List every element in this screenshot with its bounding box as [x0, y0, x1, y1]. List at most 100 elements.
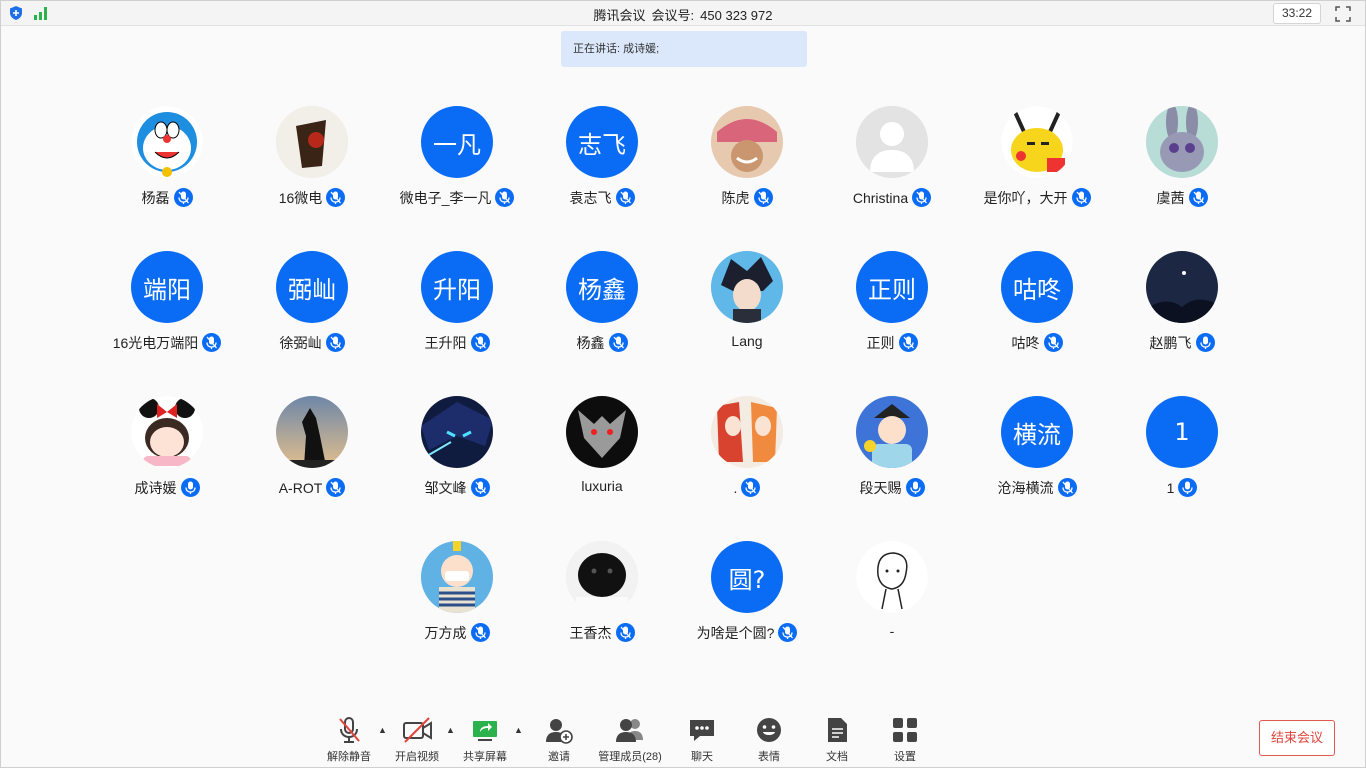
participant-name-text: 万方成	[424, 625, 467, 641]
mic-muted-icon	[608, 333, 628, 352]
avatar	[1146, 106, 1218, 178]
mic-icon	[180, 478, 200, 497]
participant-name-text: 16微电	[278, 190, 323, 206]
participant-name: 杨鑫	[530, 333, 674, 353]
participant-name-text: 为啥是个圆?	[696, 625, 775, 641]
participant-name-text: 徐弼屾	[279, 335, 322, 351]
participant-tile[interactable]: -	[820, 541, 964, 661]
participant-tile[interactable]: 端阳 16光电万端阳	[95, 251, 239, 371]
emoji-icon	[754, 715, 784, 745]
participant-tile[interactable]: 王香杰	[530, 541, 674, 661]
participant-name-text: 1	[1166, 480, 1175, 496]
participant-name: Christina	[820, 188, 964, 207]
participant-name-text: 袁志飞	[569, 190, 612, 206]
members-icon	[615, 715, 645, 745]
participant-tile[interactable]: Christina	[820, 106, 964, 226]
manage-members-button[interactable]: 管理成员(28)	[595, 707, 665, 767]
participant-tile[interactable]: 杨鑫 杨鑫	[530, 251, 674, 371]
settings-grid-icon	[890, 715, 920, 745]
participant-name: 万方成	[385, 623, 529, 643]
participant-tile[interactable]: luxuria	[530, 396, 674, 516]
participant-name: 沧海横流	[965, 478, 1109, 498]
avatar: 升阳	[421, 251, 493, 323]
mic-muted-icon	[615, 188, 635, 207]
participant-tile[interactable]: 万方成	[385, 541, 529, 661]
participant-name: 王升阳	[385, 333, 529, 353]
mic-muted-icon	[1071, 188, 1091, 207]
participant-tile[interactable]: 虞茜	[1110, 106, 1254, 226]
participant-tile[interactable]: 陈虎	[675, 106, 819, 226]
document-icon	[822, 715, 852, 745]
share-caret-icon[interactable]: ▲	[514, 725, 524, 735]
participant-tile[interactable]: 一凡 微电子_李一凡	[385, 106, 529, 226]
mic-muted-icon	[495, 188, 515, 207]
participant-tile[interactable]: 杨磊	[95, 106, 239, 226]
participant-tile[interactable]: 升阳 王升阳	[385, 251, 529, 371]
share-screen-button[interactable]: 共享屏幕	[450, 707, 520, 767]
participant-name: -	[820, 623, 964, 639]
participant-tile[interactable]: 志飞 袁志飞	[530, 106, 674, 226]
participant-tile[interactable]: 是你吖，大开	[965, 106, 1109, 226]
mic-muted-icon	[1057, 478, 1077, 497]
participant-tile[interactable]: 11	[1110, 396, 1254, 516]
participant-name-text: 陈虎	[721, 190, 750, 206]
participant-tile[interactable]: 弼屾 徐弼屾	[240, 251, 384, 371]
avatar	[276, 106, 348, 178]
participant-name-text: 16光电万端阳	[112, 335, 199, 351]
participant-name-text: 虞茜	[1156, 190, 1185, 206]
participant-name: 16微电	[240, 188, 384, 208]
avatar	[276, 396, 348, 468]
participant-tile[interactable]: 圆? 为啥是个圆?	[675, 541, 819, 661]
avatar	[1001, 106, 1073, 178]
avatar	[421, 541, 493, 613]
participant-tile[interactable]: 邹文峰	[385, 396, 529, 516]
mic-muted-icon	[334, 715, 364, 745]
participant-tile[interactable]: 正则 正则	[820, 251, 964, 371]
avatar: 咕咚	[1001, 251, 1073, 323]
avatar: 横流	[1001, 396, 1073, 468]
mic-muted-icon	[778, 623, 798, 642]
participant-name-text: 是你吖，大开	[983, 190, 1068, 206]
participant-name-text: 王香杰	[569, 625, 612, 641]
participant-name-text: 咕咚	[1011, 335, 1040, 351]
participant-name: 杨磊	[95, 188, 239, 208]
participant-tile[interactable]: 咕咚 咕咚	[965, 251, 1109, 371]
avatar	[711, 106, 783, 178]
share-screen-icon	[470, 715, 500, 745]
avatar	[131, 396, 203, 468]
end-meeting-button[interactable]: 结束会议	[1259, 720, 1335, 756]
participant-name-text: 微电子_李一凡	[399, 190, 492, 206]
participant-name-text: -	[889, 623, 895, 639]
participant-name: 咕咚	[965, 333, 1109, 353]
mic-muted-icon	[202, 333, 222, 352]
participant-tile[interactable]: 成诗媛	[95, 396, 239, 516]
settings-button[interactable]: 设置	[870, 707, 940, 767]
mic-muted-icon	[325, 333, 345, 352]
participant-name: 袁志飞	[530, 188, 674, 208]
avatar	[711, 251, 783, 323]
mic-muted-icon	[912, 188, 932, 207]
avatar: 正则	[856, 251, 928, 323]
mic-muted-icon	[1043, 333, 1063, 352]
participant-name: 虞茜	[1110, 188, 1254, 208]
participant-tile[interactable]: 横流 沧海横流	[965, 396, 1109, 516]
participant-name-text: 邹文峰	[424, 480, 467, 496]
participant-name: 1	[1110, 478, 1254, 497]
avatar	[421, 396, 493, 468]
participant-tile[interactable]: 16微电	[240, 106, 384, 226]
participant-tile[interactable]: .	[675, 396, 819, 516]
participant-tile[interactable]: 赵鹏飞	[1110, 251, 1254, 371]
participant-name-text: 杨鑫	[576, 335, 605, 351]
participant-tile[interactable]: Lang	[675, 251, 819, 371]
chat-icon	[687, 715, 717, 745]
mic-icon	[1195, 333, 1215, 352]
participant-name-text: 正则	[866, 335, 895, 351]
mic-muted-icon	[470, 623, 490, 642]
invite-button[interactable]: 邀请	[524, 707, 594, 767]
participant-tile[interactable]: A-ROT	[240, 396, 384, 516]
camera-off-icon	[402, 715, 432, 745]
participant-tile[interactable]: 段天赐	[820, 396, 964, 516]
participant-name-text: luxuria	[581, 478, 623, 494]
bottom-toolbar: 解除静音 ▲ 开启视频 ▲ 共享屏幕 ▲ 邀请 管理成员(28) 聊天 表情 文…	[1, 707, 1366, 768]
participant-name: .	[675, 478, 819, 497]
